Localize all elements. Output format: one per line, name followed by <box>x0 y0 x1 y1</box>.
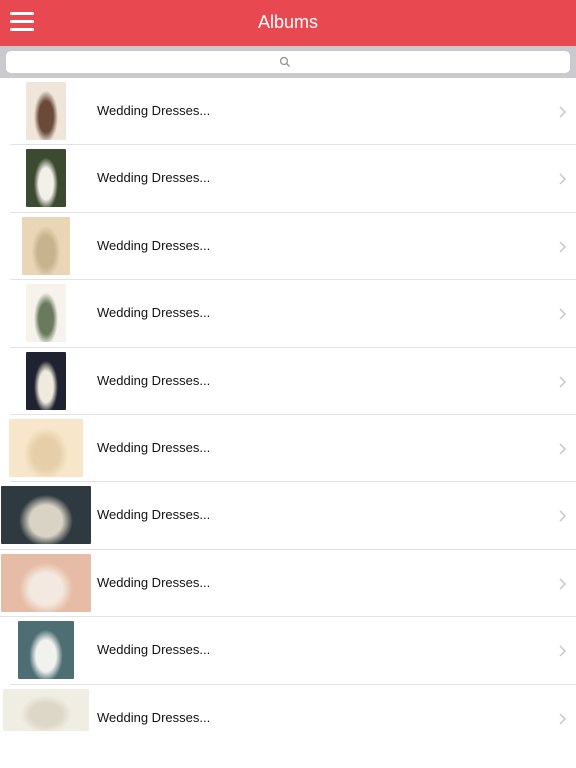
page-title: Albums <box>257 12 319 32</box>
album-title: Wedding Dresses... <box>97 305 211 321</box>
album-title: Wedding Dresses... <box>97 372 211 388</box>
chevron-right-icon <box>559 376 567 388</box>
chevron-right-icon <box>559 106 567 118</box>
album-row[interactable]: Wedding Dresses... <box>10 617 576 685</box>
chevron-right-icon <box>559 645 567 657</box>
album-thumbnail <box>18 621 74 680</box>
search-bar <box>0 46 576 78</box>
album-thumbnail <box>1 553 91 612</box>
album-thumbnail <box>26 351 66 410</box>
album-thumbnail <box>26 82 66 140</box>
album-thumbnail <box>22 216 70 275</box>
album-title: Wedding Dresses... <box>97 507 211 523</box>
album-row[interactable]: Wedding Dresses... <box>0 550 576 618</box>
album-row[interactable]: Wedding Dresses... <box>0 685 576 752</box>
album-thumbnail <box>1 486 91 545</box>
album-thumbnail <box>26 149 66 208</box>
album-title: Wedding Dresses... <box>97 709 211 725</box>
album-title: Wedding Dresses... <box>97 642 211 658</box>
chevron-right-icon <box>559 308 567 320</box>
album-title: Wedding Dresses... <box>97 237 211 253</box>
album-row[interactable]: Wedding Dresses... <box>10 213 576 281</box>
album-row[interactable]: Wedding Dresses... <box>0 482 576 550</box>
album-list: Wedding Dresses... Wedding Dresses... We… <box>0 78 576 752</box>
album-title: Wedding Dresses... <box>97 439 211 455</box>
chevron-right-icon <box>559 241 567 253</box>
chevron-right-icon <box>559 578 567 590</box>
album-title: Wedding Dresses... <box>97 574 211 590</box>
album-row[interactable]: Wedding Dresses... <box>9 415 576 483</box>
chevron-right-icon <box>559 712 567 725</box>
chevron-right-icon <box>559 443 567 455</box>
chevron-right-icon <box>559 173 567 185</box>
album-title: Wedding Dresses... <box>97 103 211 118</box>
album-row[interactable]: Wedding Dresses... <box>10 280 576 348</box>
search-icon <box>279 56 290 67</box>
navigation-bar: Albums <box>0 0 576 46</box>
album-thumbnail <box>26 284 66 343</box>
album-title: Wedding Dresses... <box>97 170 211 186</box>
album-row[interactable]: Wedding Dresses... <box>10 145 576 213</box>
chevron-right-icon <box>559 510 567 522</box>
album-thumbnail <box>9 418 83 477</box>
album-row[interactable]: Wedding Dresses... <box>10 348 576 415</box>
album-thumbnail <box>3 688 89 731</box>
album-row[interactable]: Wedding Dresses... <box>10 78 576 146</box>
